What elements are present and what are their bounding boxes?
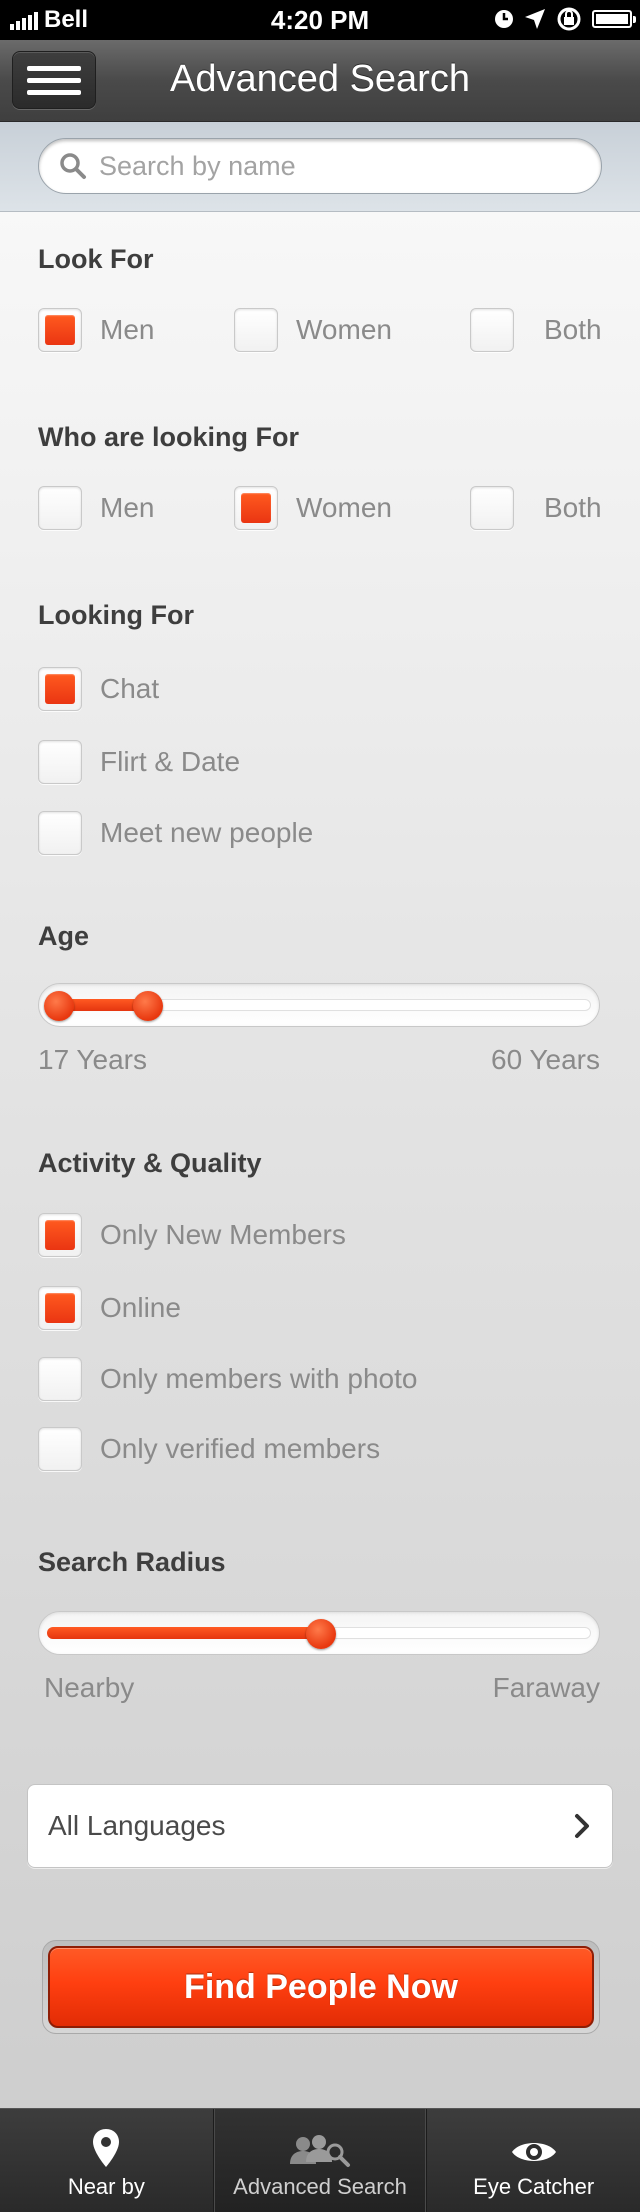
checkbox[interactable] [38,1357,82,1401]
checkbox[interactable] [38,308,82,352]
age-range-slider[interactable] [38,983,600,1027]
who-looking-both-option[interactable]: Both [470,486,602,530]
search-bar [0,122,640,212]
checkbox[interactable] [38,811,82,855]
looking-for-chat-option[interactable]: Chat [38,667,159,711]
tab-eye-catcher[interactable]: Eye Catcher [427,2109,640,2212]
option-label: Women [296,314,392,345]
age-min-label: 17 Years [38,1044,147,1075]
checkmark [45,1293,75,1323]
navigation-bar: Advanced Search [0,40,640,122]
activity-title: Activity & Quality [38,1148,262,1178]
age-max-label: 60 Years [491,1044,600,1075]
option-label: Men [100,492,155,523]
rotation-lock-icon [557,7,581,31]
radius-min-label: Nearby [44,1672,135,1703]
checkbox[interactable] [38,1213,82,1257]
checkmark [45,1220,75,1250]
look-for-men-option[interactable]: Men [38,308,154,352]
who-looking-women-option[interactable]: Women [234,486,392,530]
look-for-title: Look For [38,244,154,274]
checkmark [241,493,271,523]
activity-with-photo-option[interactable]: Only members with photo [38,1357,417,1401]
age-title: Age [38,921,90,951]
hamburger-menu-icon [27,65,81,71]
option-label: Only New Members [100,1219,346,1250]
activity-verified-option[interactable]: Only verified members [38,1427,380,1471]
tab-near-by[interactable]: Near by [0,2109,214,2212]
language-selector[interactable]: All Languages [27,1784,613,1868]
search-field[interactable] [38,138,602,194]
option-label: Only members with photo [100,1363,418,1394]
option-label: Both [544,314,602,345]
status-icons [494,6,636,32]
location-arrow-icon [525,9,545,29]
looking-for-meet-option[interactable]: Meet new people [38,811,313,855]
look-for-women-option[interactable]: Women [234,308,392,352]
checkbox[interactable] [38,1286,82,1330]
status-bar: Bell 4:20 PM [0,0,640,40]
radius-max-label: Faraway [492,1672,600,1703]
checkmark [45,315,75,345]
people-search-icon [290,2135,350,2167]
option-label: Both [544,492,602,523]
search-icon [60,153,86,179]
checkmark [45,674,75,704]
search-radius-title: Search Radius [38,1547,226,1577]
battery-icon [592,10,636,28]
age-min-thumb[interactable] [44,991,74,1021]
checkbox[interactable] [234,308,278,352]
radius-thumb[interactable] [306,1619,336,1649]
tab-advanced-search[interactable]: Advanced Search [213,2109,428,2212]
search-input[interactable] [99,150,579,182]
search-radius-slider[interactable] [38,1611,600,1655]
tab-label: Near by [67,2174,145,2199]
chevron-right-icon [575,1814,589,1838]
eye-icon [511,2143,556,2161]
slider-fill [47,1627,321,1639]
checkbox[interactable] [38,1427,82,1471]
checkbox[interactable] [234,486,278,530]
tab-label: Advanced Search [233,2174,407,2199]
option-label: Online [100,1292,181,1323]
option-label: Men [100,314,155,345]
checkbox[interactable] [38,667,82,711]
map-pin-icon [93,2129,120,2167]
option-label: Only verified members [100,1433,381,1464]
checkbox[interactable] [470,486,514,530]
checkbox[interactable] [38,740,82,784]
activity-online-option[interactable]: Online [38,1286,181,1330]
language-label: All Languages [48,1810,226,1841]
option-label: Meet new people [100,817,314,848]
look-for-both-option[interactable]: Both [470,308,602,352]
find-button-frame: Find People Now [42,1940,600,2034]
activity-new-members-option[interactable]: Only New Members [38,1213,346,1257]
option-label: Women [296,492,392,523]
looking-for-flirt-option[interactable]: Flirt & Date [38,740,240,784]
clock-icon [495,10,513,28]
checkbox[interactable] [470,308,514,352]
tab-bar: Near by Advanced Search Eye Catcher [0,2108,640,2212]
looking-for-title: Looking For [38,600,194,630]
option-label: Chat [100,673,160,704]
menu-button[interactable] [12,51,96,109]
who-looking-for-title: Who are looking For [38,422,299,452]
find-people-button[interactable]: Find People Now [48,1946,594,2028]
option-label: Flirt & Date [100,746,241,777]
who-looking-men-option[interactable]: Men [38,486,154,530]
tab-label: Eye Catcher [473,2174,595,2199]
age-max-thumb[interactable] [133,991,164,1021]
page-title: Advanced Search [170,58,470,100]
checkbox[interactable] [38,486,82,530]
